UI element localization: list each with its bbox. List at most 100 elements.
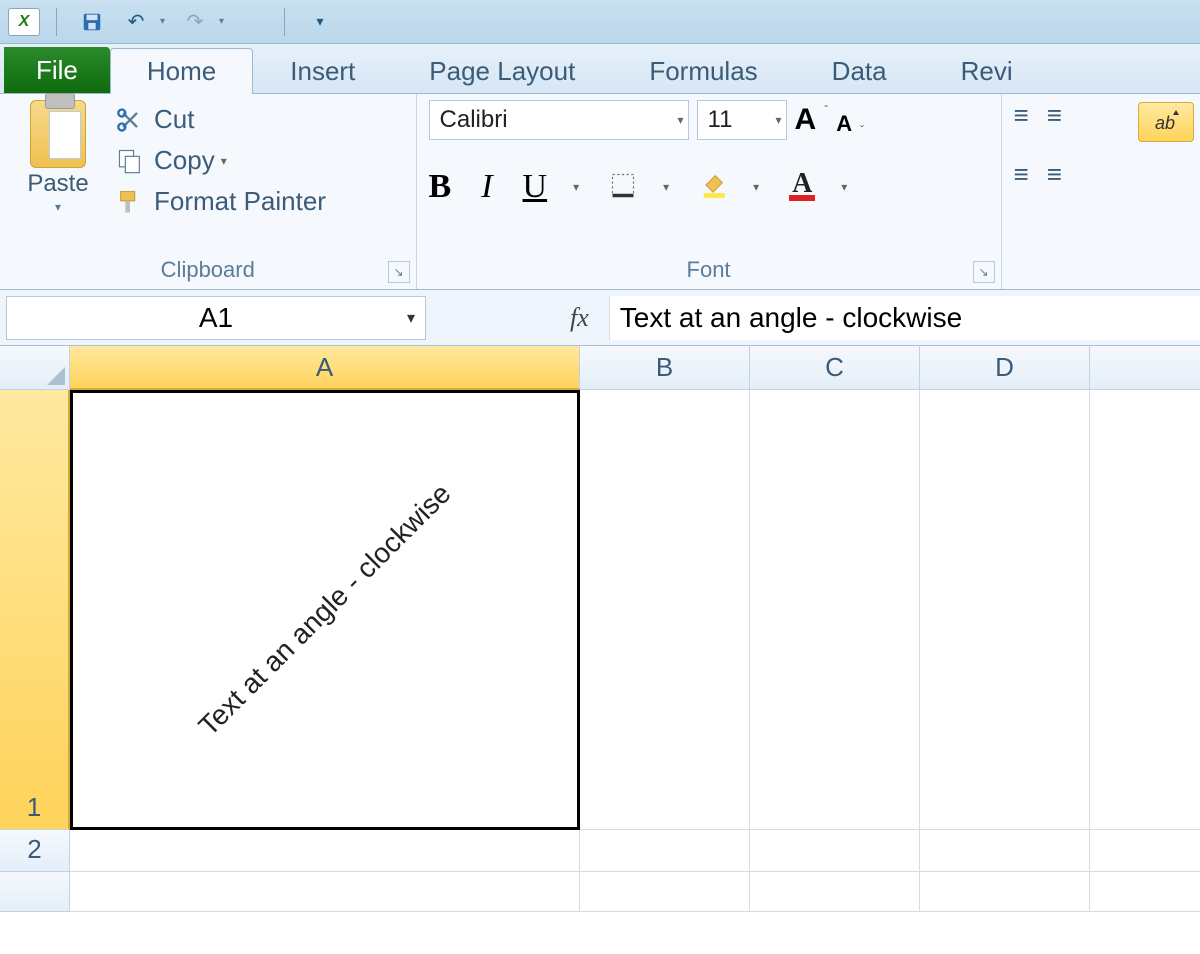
copy-icon: [116, 147, 144, 175]
cell-a2[interactable]: [70, 830, 580, 872]
chevron-down-icon: ▾: [677, 113, 683, 127]
ribbon: Paste ▾ Cut Copy ▾ Format Painter C: [0, 94, 1200, 290]
caret-icon: ˆ: [824, 103, 828, 117]
orientation-button[interactable]: ab: [1138, 102, 1194, 142]
select-all-button[interactable]: [0, 346, 70, 390]
formula-bar: A1 ▾ fx Text at an angle - clockwise: [0, 290, 1200, 346]
chevron-down-icon: ▾: [775, 113, 781, 127]
cell-a1[interactable]: Text at an angle - clockwise: [70, 390, 580, 830]
tab-home[interactable]: Home: [110, 48, 253, 94]
decrease-font-size-button[interactable]: A: [836, 111, 852, 137]
group-clipboard: Paste ▾ Cut Copy ▾ Format Painter C: [0, 94, 417, 289]
font-launcher[interactable]: ↘: [973, 261, 995, 283]
undo-button[interactable]: ↶: [122, 8, 150, 36]
cell-d1[interactable]: [920, 390, 1090, 830]
worksheet-grid[interactable]: A B C D 1 Text at an angle - clockwise 2: [0, 346, 1200, 912]
clipboard-launcher[interactable]: ↘: [388, 261, 410, 283]
tab-page-layout[interactable]: Page Layout: [392, 48, 612, 94]
paste-dropdown[interactable]: ▾: [55, 200, 61, 214]
chevron-down-icon: ▾: [407, 308, 415, 328]
column-header-a[interactable]: A: [70, 346, 580, 390]
tab-data[interactable]: Data: [795, 48, 924, 94]
font-color-button[interactable]: A: [789, 173, 815, 201]
redo-dropdown[interactable]: ▾: [219, 16, 224, 27]
group-clipboard-label: Clipboard: [0, 253, 416, 289]
font-name-value: Calibri: [440, 106, 508, 134]
underline-dropdown[interactable]: ▾: [573, 180, 579, 194]
align-top-button[interactable]: ≡: [1014, 100, 1025, 131]
formula-input[interactable]: Text at an angle - clockwise: [609, 296, 1200, 340]
caret-icon: ˇ: [860, 123, 864, 137]
cell-d3[interactable]: [920, 872, 1090, 912]
group-alignment: ab ≡ ≡ ≡ ≡: [1002, 94, 1200, 289]
formula-input-value: Text at an angle - clockwise: [620, 302, 962, 334]
cell-e2[interactable]: [1090, 830, 1200, 872]
qat-separator-2: [284, 8, 290, 36]
tab-insert[interactable]: Insert: [253, 48, 392, 94]
border-button[interactable]: [609, 171, 637, 204]
align-middle-button[interactable]: ≡: [1047, 100, 1058, 131]
cell-e3[interactable]: [1090, 872, 1200, 912]
cut-label: Cut: [154, 104, 194, 135]
format-painter-button[interactable]: Format Painter: [116, 186, 326, 217]
new-sheet-button[interactable]: [240, 8, 268, 36]
scissors-icon: [116, 106, 144, 134]
excel-logo: X: [8, 8, 40, 36]
tab-review[interactable]: Revi: [924, 48, 1050, 94]
cell-e1[interactable]: [1090, 390, 1200, 830]
cell-c3[interactable]: [750, 872, 920, 912]
brush-icon: [116, 188, 144, 216]
font-name-combo[interactable]: Calibri ▾: [429, 100, 689, 140]
font-color-bar: [789, 195, 815, 201]
font-color-letter: A: [792, 173, 812, 195]
cell-c1[interactable]: [750, 390, 920, 830]
font-color-dropdown[interactable]: ▾: [841, 180, 847, 194]
italic-button[interactable]: I: [481, 168, 492, 206]
file-tab[interactable]: File: [4, 47, 110, 93]
copy-button[interactable]: Copy ▾: [116, 145, 326, 176]
copy-dropdown[interactable]: ▾: [221, 154, 227, 168]
fill-color-dropdown[interactable]: ▾: [753, 180, 759, 194]
group-font: Calibri ▾ 11 ▾ A ˆ A ˇ B I U ▾ ▾: [417, 94, 1002, 289]
qat-separator: [56, 8, 62, 36]
cell-b3[interactable]: [580, 872, 750, 912]
name-box-value: A1: [199, 302, 233, 334]
fill-color-button[interactable]: [699, 171, 727, 204]
column-header-c[interactable]: C: [750, 346, 920, 390]
paste-icon: [30, 100, 86, 168]
column-header-b[interactable]: B: [580, 346, 750, 390]
underline-button[interactable]: U: [523, 168, 548, 206]
qat-customize-dropdown[interactable]: ▾: [306, 8, 334, 36]
cell-b1[interactable]: [580, 390, 750, 830]
fx-label[interactable]: fx: [570, 303, 589, 333]
cut-button[interactable]: Cut: [116, 104, 326, 135]
cell-a1-text: Text at an angle - clockwise: [193, 478, 458, 743]
align-left-button[interactable]: ≡: [1014, 159, 1025, 190]
cell-b2[interactable]: [580, 830, 750, 872]
bold-button[interactable]: B: [429, 168, 452, 206]
format-painter-label: Format Painter: [154, 186, 326, 217]
font-size-combo[interactable]: 11 ▾: [697, 100, 787, 140]
name-box[interactable]: A1 ▾: [6, 296, 426, 340]
column-header-e[interactable]: [1090, 346, 1200, 390]
row-header-1[interactable]: 1: [0, 390, 70, 830]
copy-label: Copy: [154, 145, 215, 176]
cell-c2[interactable]: [750, 830, 920, 872]
svg-text:ab: ab: [1155, 113, 1175, 133]
redo-button[interactable]: ↷: [181, 8, 209, 36]
undo-dropdown[interactable]: ▾: [160, 16, 165, 27]
cell-d2[interactable]: [920, 830, 1090, 872]
font-size-value: 11: [708, 106, 733, 134]
column-header-d[interactable]: D: [920, 346, 1090, 390]
border-dropdown[interactable]: ▾: [663, 180, 669, 194]
tab-formulas[interactable]: Formulas: [612, 48, 794, 94]
cell-a3[interactable]: [70, 872, 580, 912]
row-header-2[interactable]: 2: [0, 830, 70, 872]
paste-label: Paste: [27, 170, 88, 198]
save-button[interactable]: [78, 8, 106, 36]
align-center-button[interactable]: ≡: [1047, 159, 1058, 190]
ribbon-tabs: File Home Insert Page Layout Formulas Da…: [0, 44, 1200, 94]
paste-button[interactable]: Paste ▾: [12, 100, 104, 217]
increase-font-size-button[interactable]: A: [795, 103, 817, 137]
row-header-3[interactable]: [0, 872, 70, 912]
